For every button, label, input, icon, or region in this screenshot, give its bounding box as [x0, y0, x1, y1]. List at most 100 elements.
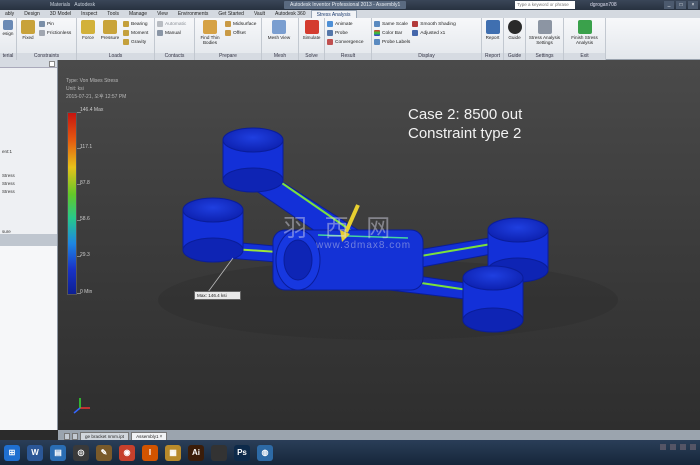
browser-tree-row[interactable] [0, 100, 57, 108]
browser-tree-row[interactable] [0, 76, 57, 84]
word-taskbar-icon[interactable]: W [27, 444, 43, 461]
pressure-button[interactable]: Pressure [99, 20, 121, 40]
smooth-shading-dropdown[interactable]: Smooth Shading [412, 20, 456, 28]
inventor-taskbar-icon[interactable]: I [142, 444, 158, 461]
browser-tree-row[interactable] [0, 156, 57, 164]
close-button[interactable]: × [688, 1, 698, 9]
probe-button[interactable]: Probe [327, 29, 364, 37]
midsurface-button[interactable]: Midsurface [225, 20, 256, 28]
tray-icon[interactable] [660, 444, 666, 450]
doc-nav-next-button[interactable] [72, 433, 78, 440]
tab-design[interactable]: Design [19, 10, 45, 18]
tray-icon[interactable] [670, 444, 676, 450]
tab-environments[interactable]: Environments [173, 10, 214, 18]
user-name[interactable]: dgrogan708 [590, 1, 617, 9]
tab-get-started[interactable]: Get Started [213, 10, 249, 18]
browser-tree-row[interactable] [0, 116, 57, 124]
tray-icon[interactable] [690, 444, 696, 450]
browser-tree-row[interactable] [0, 92, 57, 100]
browser-tree-row[interactable] [0, 84, 57, 92]
blank-taskbar-icon[interactable] [211, 444, 227, 461]
simulate-button[interactable]: Simulate [301, 20, 322, 40]
same-scale-button[interactable]: Same Scale [374, 20, 410, 28]
explorer-taskbar-icon[interactable]: ▤ [50, 444, 66, 461]
browser-tree-row[interactable] [0, 196, 57, 204]
tab-manage[interactable]: Manage [124, 10, 152, 18]
browser-menu-button[interactable] [49, 61, 55, 67]
pin-constraint-button[interactable]: Pin [39, 20, 71, 28]
offset-button[interactable]: Offset [225, 29, 256, 37]
browser-tree-row[interactable] [0, 108, 57, 116]
probe-labels-button[interactable]: Probe Labels [374, 38, 410, 46]
tab-view[interactable]: View [152, 10, 173, 18]
guide-button[interactable]: Guide [506, 20, 523, 40]
tab-autodesk-360[interactable]: Autodesk 360 [270, 10, 311, 18]
find-thin-bodies-button[interactable]: Find Thin Bodies [197, 20, 223, 45]
browser-tree-row[interactable]: ent:1 [0, 148, 57, 156]
tab-tools[interactable]: Tools [102, 10, 124, 18]
tab-stress-analysis[interactable]: Stress Analysis [310, 10, 357, 18]
browser-tree-row[interactable] [0, 204, 57, 212]
manual-contacts-button[interactable]: Manual [157, 29, 186, 37]
graphics-viewport[interactable]: Type: Von Mises Stress Unit: ksi 2015-07… [58, 60, 700, 430]
tab-assembly[interactable]: ably [0, 10, 19, 18]
media-taskbar-icon[interactable]: ◎ [73, 444, 89, 461]
browser-tree-row[interactable] [0, 212, 57, 220]
pin-icon [39, 21, 45, 27]
panel-settings: Stress Analysis Settings Settings [526, 18, 564, 60]
gravity-load-button[interactable]: Gravity [123, 38, 148, 46]
animate-button[interactable]: Animate [327, 20, 364, 28]
mesh-view-button[interactable]: Mesh View [264, 20, 294, 40]
doc-tab-bracket[interactable]: ge bracket nmm.ipt [80, 432, 130, 440]
automatic-contacts-button[interactable]: Automatic [157, 20, 186, 28]
doc-tab-assembly1[interactable]: Assembly1× [131, 432, 168, 440]
finish-stress-button[interactable]: Finish Stress Analysis [566, 20, 603, 45]
paint-taskbar-icon[interactable]: ✎ [96, 444, 112, 461]
start-taskbar-icon[interactable]: ⊞ [4, 444, 20, 461]
tray-icon[interactable] [680, 444, 686, 450]
moment-load-button[interactable]: Moment [123, 29, 148, 37]
fixed-constraint-button[interactable]: Fixed [19, 20, 37, 40]
browser-tree-row[interactable] [0, 220, 57, 228]
panel-settings-label: Settings [526, 53, 563, 60]
display-col-2: Smooth Shading Adjusted x1 [412, 20, 456, 37]
files-taskbar-icon[interactable]: ▦ [165, 444, 181, 461]
color-bar-button[interactable]: Color Bar [374, 29, 410, 37]
browser-tree-row[interactable]: Stress [0, 172, 57, 180]
browser-tree-row[interactable] [0, 132, 57, 140]
browser-tree-row[interactable] [0, 140, 57, 148]
report-button[interactable]: Report [484, 20, 501, 40]
assign-button[interactable]: esign [2, 20, 14, 36]
force-button[interactable]: Force [79, 20, 97, 40]
bearing-icon [123, 21, 129, 27]
doc-nav-prev-button[interactable] [64, 433, 70, 440]
minimize-button[interactable]: _ [664, 1, 674, 9]
browser-tree-row[interactable]: sure [0, 228, 57, 236]
quick-access-materials[interactable]: Materials [50, 2, 70, 8]
browser-tree-row[interactable]: Stress [0, 188, 57, 196]
tab-inspect[interactable]: Inspect [76, 10, 102, 18]
probe-label: Probe [335, 30, 348, 36]
photoshop-taskbar-icon[interactable]: Ps [234, 444, 250, 461]
chrome-taskbar-icon[interactable]: ◉ [119, 444, 135, 461]
maximize-button[interactable]: □ [676, 1, 686, 9]
material-icon [3, 20, 13, 30]
browser-tree-row[interactable] [0, 68, 57, 76]
browser-tree-row[interactable] [0, 124, 57, 132]
stress-settings-button[interactable]: Stress Analysis Settings [528, 20, 561, 45]
browser-tree-row[interactable]: Stress [0, 180, 57, 188]
frictionless-constraint-button[interactable]: Frictionless [39, 29, 71, 37]
globe-taskbar-icon[interactable]: ◍ [257, 444, 273, 461]
moment-icon [123, 30, 129, 36]
guide-icon [507, 20, 522, 34]
convergence-button[interactable]: Convergence [327, 38, 364, 46]
illustrator-taskbar-icon[interactable]: Ai [188, 444, 204, 461]
tab-3d-model[interactable]: 3D Model [45, 10, 76, 18]
bearing-load-button[interactable]: Bearing [123, 20, 148, 28]
quick-access-autodesk[interactable]: Autodesk [74, 2, 95, 8]
tab-vault[interactable]: Vault [249, 10, 270, 18]
adjusted-scale-dropdown[interactable]: Adjusted x1 [412, 29, 455, 37]
help-search-input[interactable] [515, 1, 575, 9]
browser-tree-row[interactable] [0, 164, 57, 172]
smooth-shading-label: Smooth Shading [420, 21, 456, 27]
